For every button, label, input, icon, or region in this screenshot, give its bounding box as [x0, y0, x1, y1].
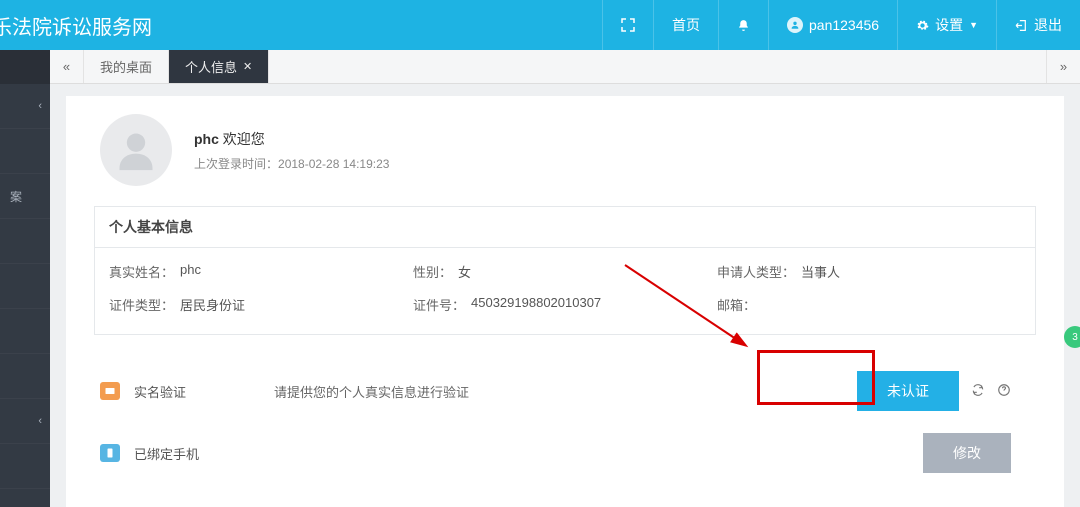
sidebar-item-4[interactable]: [0, 264, 50, 309]
floating-badge[interactable]: 3: [1064, 326, 1080, 348]
tab-profile[interactable]: 个人信息 ✕: [169, 50, 269, 83]
sidebar-item-7[interactable]: ‹: [0, 399, 50, 444]
fullscreen-button[interactable]: [602, 0, 653, 50]
phone-row: 已绑定手机 修改: [94, 433, 1036, 473]
verify-label: 实名验证: [134, 382, 274, 401]
tab-desktop[interactable]: 我的桌面: [84, 50, 169, 83]
verify-button[interactable]: 未认证: [857, 371, 959, 411]
verify-desc: 请提供您的个人真实信息进行验证: [274, 382, 857, 401]
basic-info-section: 个人基本信息 真实姓名：phc 性别：女 申请人类型：当事人 证件类型：居民身份…: [94, 206, 1036, 335]
tab-bar: « 我的桌面 个人信息 ✕ »: [50, 50, 1080, 84]
chevron-left-icon: ‹: [38, 415, 42, 427]
sidebar: ‹ 案 ‹: [0, 50, 50, 507]
sidebar-item-1[interactable]: [0, 129, 50, 174]
field-id-type: 证件类型：居民身份证: [109, 295, 413, 314]
profile-card: phc 欢迎您 上次登录时间：2018-02-28 14:19:23 个人基本信…: [66, 96, 1064, 507]
settings-button[interactable]: 设置 ▼: [897, 0, 996, 50]
sidebar-item-2[interactable]: 案: [0, 174, 50, 219]
sidebar-item-3[interactable]: [0, 219, 50, 264]
field-email: 邮箱：: [717, 295, 1021, 314]
modify-phone-button[interactable]: 修改: [923, 433, 1011, 473]
home-button[interactable]: 首页: [653, 0, 718, 50]
id-card-icon: [100, 382, 120, 400]
caret-down-icon: ▼: [969, 20, 978, 30]
last-login: 上次登录时间：2018-02-28 14:19:23: [194, 155, 389, 172]
sidebar-item-0[interactable]: ‹: [0, 84, 50, 129]
tab-scroll-left[interactable]: «: [50, 50, 84, 83]
header: 乐法院诉讼服务网 首页 pan123456 设置 ▼ 退出: [0, 0, 1080, 50]
fullscreen-icon: [621, 18, 635, 32]
section-title: 个人基本信息: [95, 207, 1035, 248]
close-icon[interactable]: ✕: [243, 60, 252, 73]
field-gender: 性别：女: [413, 262, 717, 281]
logout-icon: [1015, 19, 1028, 32]
refresh-icon[interactable]: [971, 383, 985, 400]
user-icon: [114, 128, 158, 172]
field-real-name: 真实姓名：phc: [109, 262, 413, 281]
sidebar-item-8[interactable]: [0, 444, 50, 489]
verify-row: 实名验证 请提供您的个人真实信息进行验证 未认证: [94, 371, 1036, 411]
avatar: [100, 114, 172, 186]
field-applicant-type: 申请人类型：当事人: [717, 262, 1021, 281]
avatar-icon: [787, 17, 803, 33]
notifications-button[interactable]: [718, 0, 768, 50]
welcome-text: phc 欢迎您: [194, 129, 389, 149]
double-chevron-left-icon: «: [63, 59, 70, 74]
gear-icon: [916, 19, 929, 32]
help-icon[interactable]: [997, 383, 1011, 400]
user-menu[interactable]: pan123456: [768, 0, 897, 50]
chevron-left-icon: ‹: [38, 100, 42, 112]
phone-label: 已绑定手机: [134, 444, 274, 463]
field-id-number: 证件号：450329198802010307: [413, 295, 717, 314]
logout-button[interactable]: 退出: [996, 0, 1080, 50]
site-title: 乐法院诉讼服务网: [0, 11, 152, 40]
phone-icon: [100, 444, 120, 462]
tab-scroll-right[interactable]: »: [1046, 50, 1080, 83]
bell-icon: [737, 19, 750, 32]
double-chevron-right-icon: »: [1060, 59, 1067, 74]
sidebar-header: [0, 50, 50, 84]
sidebar-item-6[interactable]: [0, 354, 50, 399]
sidebar-item-5[interactable]: [0, 309, 50, 354]
